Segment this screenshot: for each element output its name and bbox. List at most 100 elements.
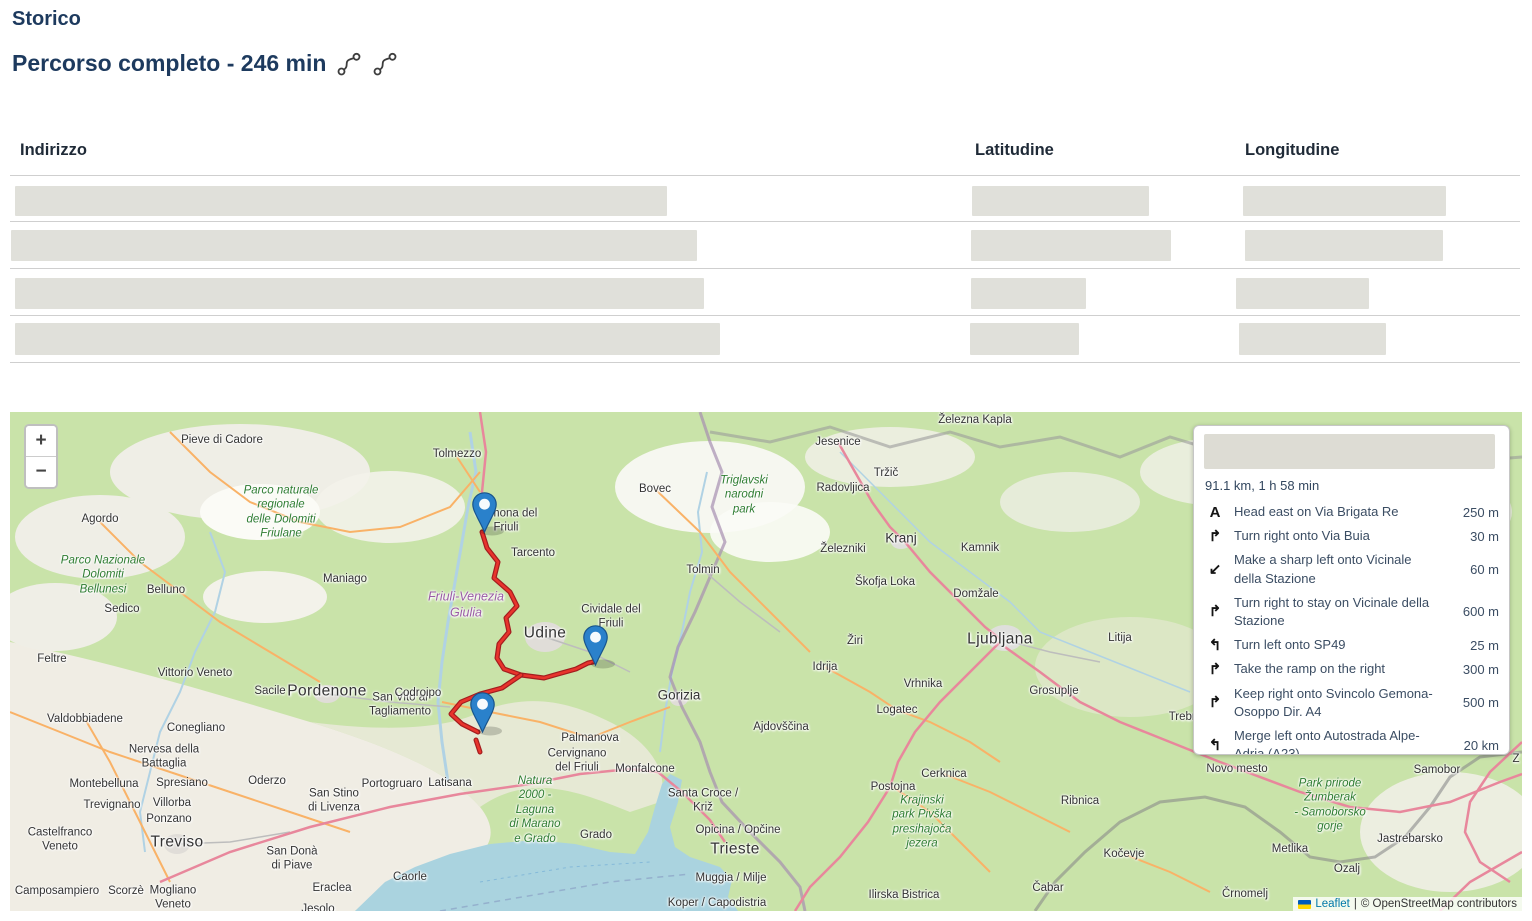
map-label: Palmanova — [561, 731, 619, 745]
map-label: Domžale — [953, 587, 998, 601]
zoom-in-button[interactable]: + — [26, 426, 56, 457]
map-label: Montebelluna — [69, 777, 138, 791]
map-label: Gorizia — [658, 688, 701, 705]
route-icon[interactable] — [372, 51, 398, 77]
map-label: Idrija — [813, 660, 838, 674]
longitude-placeholder — [1245, 230, 1443, 261]
direction-row[interactable]: ↱Turn right onto Via Buia30 m — [1204, 524, 1499, 548]
latitude-placeholder — [971, 278, 1086, 309]
route-title-placeholder — [1204, 434, 1495, 469]
direction-text: Make a sharp left onto Vicinale della St… — [1234, 551, 1439, 587]
map-label: Bovec — [639, 482, 671, 496]
map-label: Ljubljana — [967, 629, 1033, 648]
map-label: Radovljica — [816, 481, 869, 495]
direction-text: Merge left onto Autostrada Alpe-Adria (A… — [1234, 727, 1439, 755]
direction-row[interactable]: ↱Turn right to stay on Vicinale della St… — [1204, 591, 1499, 633]
map-label: Treviso — [150, 832, 203, 851]
map-label: Friuli-Venezia Giulia — [428, 589, 504, 620]
map-label: Natura 2000 - Laguna di Marano e Grado — [509, 774, 560, 846]
map-label: Camposampiero — [15, 884, 99, 898]
map-label: San Donà di Piave — [266, 845, 317, 874]
route-icon[interactable] — [336, 51, 362, 77]
marker-gemona[interactable] — [470, 492, 495, 533]
osm-attribution[interactable]: © OpenStreetMap contributors — [1361, 898, 1517, 910]
longitude-placeholder — [1239, 323, 1386, 355]
map-label: Tarcento — [511, 546, 555, 560]
map-label: Kočevje — [1104, 847, 1145, 861]
direction-distance: 250 m — [1447, 505, 1499, 520]
map-label: Z — [1512, 752, 1519, 766]
map-label: Sedico — [104, 602, 139, 616]
map-label: Feltre — [37, 652, 66, 666]
page-subtitle: Percorso completo - 246 min — [12, 50, 398, 77]
map-label: Parco Nazionale Dolomiti Bellunesi — [61, 553, 145, 596]
map-label: Postojna — [871, 780, 916, 794]
map-label: Sacile — [254, 684, 285, 698]
map-label: Maniago — [323, 572, 367, 586]
map-label: Opicina / Opčine — [695, 823, 780, 837]
ukraine-flag-icon — [1298, 900, 1311, 909]
map-label: Kranj — [885, 531, 917, 548]
address-placeholder — [11, 230, 697, 261]
map-label: Triglavski narodni park — [720, 473, 768, 516]
direction-row[interactable]: ↰ Merge left onto Autostrada Alpe-Adria (… — [1204, 724, 1499, 755]
zoom-out-button[interactable]: − — [26, 457, 56, 487]
map-label: Samobor — [1414, 763, 1461, 777]
zoom-control: + − — [24, 424, 58, 489]
direction-distance: 60 m — [1447, 562, 1499, 577]
left-maneuver-icon: ↰ — [1204, 638, 1226, 653]
direction-row[interactable]: ↱Take the ramp on the right300 m — [1204, 657, 1499, 681]
direction-row[interactable]: ↙ Make a sharp left onto Vicinale della S… — [1204, 548, 1499, 590]
left-maneuver-icon: ↰ — [1204, 738, 1226, 753]
map-label: Castelfranco Veneto — [28, 826, 93, 855]
map-label: Grado — [580, 828, 612, 842]
map-label: Litija — [1108, 631, 1132, 645]
right-maneuver-icon: ↱ — [1204, 604, 1226, 619]
map-label: Logatec — [877, 703, 918, 717]
longitude-placeholder — [1236, 278, 1369, 309]
map-label: Mogliano Veneto — [150, 884, 197, 911]
map-label: Conegliano — [167, 721, 225, 735]
direction-distance: 300 m — [1447, 662, 1499, 677]
map-label: Jesenice — [815, 435, 860, 449]
sharp-left-maneuver-icon: ↙ — [1204, 562, 1226, 577]
map-label: Trevignano — [83, 798, 140, 812]
map-label: Železniki — [820, 542, 865, 556]
table-divider — [10, 268, 1520, 269]
map-label: Ponzano — [146, 812, 191, 826]
leaflet-map[interactable]: Pieve di CadoreTolmezzoŽelezna KaplaJese… — [10, 412, 1522, 911]
map-label: Codroipo — [395, 686, 442, 700]
map-label: Vittorio Veneto — [158, 666, 233, 680]
map-label: Žiri — [847, 634, 863, 648]
map-label: Tolmezzo — [433, 447, 482, 461]
map-attribution: Leaflet | © OpenStreetMap contributors — [1293, 897, 1522, 911]
latitude-placeholder — [972, 186, 1149, 216]
right-maneuver-icon: ↱ — [1204, 529, 1226, 544]
direction-row[interactable]: ↰Turn left onto SP4925 m — [1204, 633, 1499, 657]
map-label: Ribnica — [1061, 794, 1099, 808]
map-label: Spresiano — [156, 776, 208, 790]
direction-text: Head east on Via Brigata Re — [1234, 503, 1439, 521]
direction-distance: 20 km — [1447, 738, 1499, 753]
right-maneuver-icon: ↱ — [1204, 662, 1226, 677]
map-label: Valdobbiadene — [47, 712, 123, 726]
map-label: Novo mesto — [1206, 762, 1267, 776]
subtitle-text: Percorso completo - 246 min — [12, 50, 326, 77]
depart-maneuver-icon: A — [1204, 505, 1226, 520]
table-divider — [10, 221, 1520, 222]
direction-row[interactable]: ↱Keep right onto Svincolo Gemona-Osoppo … — [1204, 682, 1499, 724]
map-label: Železna Kapla — [938, 413, 1012, 427]
marker-cividale[interactable] — [581, 625, 606, 666]
marker-codroipo[interactable] — [468, 692, 493, 733]
direction-row[interactable]: A Head east on Via Brigata Re 250 m — [1204, 500, 1499, 524]
longitude-placeholder — [1243, 186, 1446, 216]
leaflet-link[interactable]: Leaflet — [1315, 898, 1350, 910]
attribution-separator: | — [1354, 898, 1357, 910]
map-label: Parco naturale regionale delle Dolomiti … — [244, 483, 319, 541]
map-label: Jastrebarsko — [1377, 832, 1443, 846]
map-label: Agordo — [81, 512, 118, 526]
map-label: Eraclea — [313, 881, 352, 895]
map-label: Čabar — [1032, 881, 1063, 895]
direction-distance: 25 m — [1447, 638, 1499, 653]
latitude-placeholder — [970, 323, 1079, 355]
